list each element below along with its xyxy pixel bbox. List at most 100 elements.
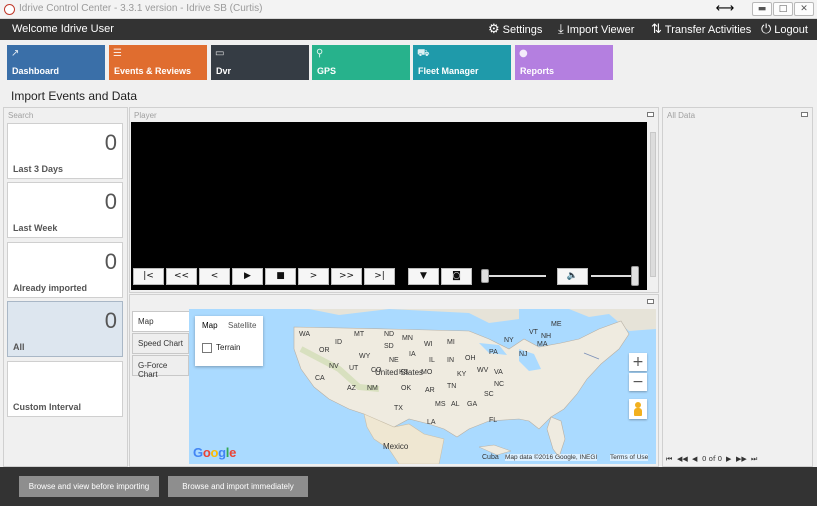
settings-button[interactable]: ⚙ Settings	[488, 22, 542, 38]
transfer-icon: ⇅	[651, 22, 662, 37]
map-label-or: OR	[319, 347, 330, 354]
map-type-map[interactable]: Map	[202, 321, 218, 330]
rewind-button[interactable]: <<	[166, 268, 197, 285]
search-card-last-week[interactable]: 0 Last Week	[7, 182, 123, 238]
map-label-nm: NM	[367, 385, 378, 392]
all-data-panel: All Data	[662, 107, 813, 467]
map-label-ut: UT	[349, 365, 359, 372]
chart-panel-maximize[interactable]	[647, 299, 654, 304]
browse-import-button[interactable]: Browse and import immediately	[168, 476, 308, 497]
pagination: ⏮ ◀◀ ◀ 0 of 0 ▶ ▶▶ ⏭	[664, 453, 811, 467]
map-label-la: LA	[427, 419, 436, 426]
first-page-icon[interactable]: ⏮	[666, 455, 672, 464]
logout-button[interactable]: ⏻ Logout	[761, 22, 808, 38]
map-label-nh: NH	[541, 333, 552, 340]
close-button[interactable]: ✕	[794, 2, 814, 16]
map-label-sc: SC	[484, 391, 494, 398]
volume-icon[interactable]: 🔈	[557, 268, 588, 285]
tile-dashboard[interactable]: ↗ Dashboard	[7, 45, 105, 80]
map-label-ia: IA	[409, 351, 416, 358]
tab-g-force-chart[interactable]: G-Force Chart	[132, 355, 189, 379]
volume-slider-handle[interactable]	[631, 266, 639, 286]
map-label-wi: WI	[424, 341, 433, 348]
card-label: All	[13, 342, 25, 352]
truck-icon: ⛟	[417, 48, 430, 59]
browse-view-button[interactable]: Browse and view before importing	[19, 476, 159, 497]
map-label-ne: NE	[389, 357, 399, 364]
tab-speed-chart[interactable]: Speed Chart	[132, 333, 189, 354]
pegman-body	[634, 408, 642, 416]
last-page-icon[interactable]: ⏭	[751, 455, 757, 464]
tile-events-reviews[interactable]: ☰ Events & Reviews	[109, 45, 207, 80]
card-label: Custom Interval	[13, 402, 82, 412]
chart-icon: ↗	[11, 48, 20, 59]
tile-label: Fleet Manager	[418, 66, 479, 76]
zoom-out-button[interactable]: −	[629, 373, 647, 391]
card-count: 0	[104, 189, 117, 214]
download-icon: ⤓	[558, 22, 564, 37]
map-label-va: VA	[494, 369, 503, 376]
logout-label: Logout	[774, 24, 808, 36]
previous-button[interactable]: <	[199, 268, 230, 285]
google-logo: Google	[193, 445, 237, 460]
tile-label: Dashboard	[12, 66, 60, 76]
card-count: 0	[104, 249, 117, 274]
gear-icon: ⚙	[488, 22, 500, 37]
previous-page-icon[interactable]: ◀	[692, 455, 697, 463]
maximize-button[interactable]: □	[773, 2, 793, 16]
video-display[interactable]	[131, 122, 647, 262]
stop-button[interactable]: ■	[265, 268, 296, 285]
scrollbar-thumb[interactable]	[650, 132, 656, 277]
search-card-custom-interval[interactable]: Custom Interval	[7, 361, 123, 417]
map-view[interactable]: Map Satellite Terrain + − WA OR ID MT WY…	[189, 309, 656, 464]
next-page-icon[interactable]: ▶	[726, 455, 731, 463]
welcome-text: Welcome Idrive User	[12, 23, 114, 35]
download-icon[interactable]: ▼	[408, 268, 439, 285]
resize-arrows-icon[interactable]: ⟷	[712, 2, 738, 16]
map-label-ny: NY	[504, 337, 514, 344]
all-data-panel-maximize[interactable]	[801, 112, 808, 117]
next-block-icon[interactable]: ▶▶	[736, 455, 747, 463]
search-card-all[interactable]: 0 All	[7, 301, 123, 357]
camera-icon[interactable]: ◙	[441, 268, 472, 285]
list-icon: ☰	[113, 48, 122, 59]
tile-fleet-manager[interactable]: ⛟ Fleet Manager	[413, 45, 511, 80]
player-panel-maximize[interactable]	[647, 112, 654, 117]
tile-gps[interactable]: ⚲ GPS	[312, 45, 410, 80]
map-attribution: Map data ©2016 Google, INEGI	[505, 454, 598, 461]
map-type-satellite[interactable]: Satellite	[228, 321, 256, 330]
progress-slider[interactable]	[481, 275, 546, 277]
player-panel-label: Player	[134, 111, 157, 120]
map-label-mt: MT	[354, 331, 365, 338]
terms-of-use-link[interactable]: Terms of Use	[610, 454, 649, 461]
progress-slider-handle[interactable]	[481, 269, 489, 283]
map-label-nd: ND	[384, 331, 395, 338]
import-viewer-button[interactable]: ⤓ Import Viewer	[558, 22, 634, 38]
first-frame-button[interactable]: |<	[133, 268, 164, 285]
search-card-already-imported[interactable]: 0 Already imported	[7, 242, 123, 298]
last-frame-button[interactable]: >|	[364, 268, 395, 285]
fast-forward-button[interactable]: >>	[331, 268, 362, 285]
pin-icon: ⚲	[316, 48, 324, 59]
terrain-label: Terrain	[216, 343, 241, 352]
map-label-mexico: Mexico	[383, 442, 409, 451]
street-view-icon[interactable]	[629, 399, 647, 419]
transfer-activities-button[interactable]: ⇅ Transfer Activities	[651, 22, 751, 38]
tile-dvr[interactable]: ▭ Dvr	[211, 45, 309, 80]
next-button[interactable]: >	[298, 268, 329, 285]
card-label: Last Week	[13, 223, 58, 233]
map-label-vt: VT	[529, 329, 538, 336]
window-title: Idrive Control Center - 3.3.1 version - …	[19, 3, 263, 14]
play-button[interactable]: ▶	[232, 268, 263, 285]
page-title: Import Events and Data	[11, 89, 138, 103]
terrain-checkbox[interactable]	[202, 343, 212, 353]
tab-map[interactable]: Map	[132, 311, 189, 332]
zoom-in-button[interactable]: +	[629, 353, 647, 371]
player-scrollbar[interactable]	[648, 122, 658, 290]
tile-reports[interactable]: ● Reports	[515, 45, 613, 80]
map-label-nj: NJ	[519, 351, 528, 358]
app-icon	[4, 4, 15, 15]
minimize-button[interactable]: ▬	[752, 2, 772, 16]
previous-block-icon[interactable]: ◀◀	[677, 455, 688, 463]
search-card-last-3-days[interactable]: 0 Last 3 Days	[7, 123, 123, 179]
